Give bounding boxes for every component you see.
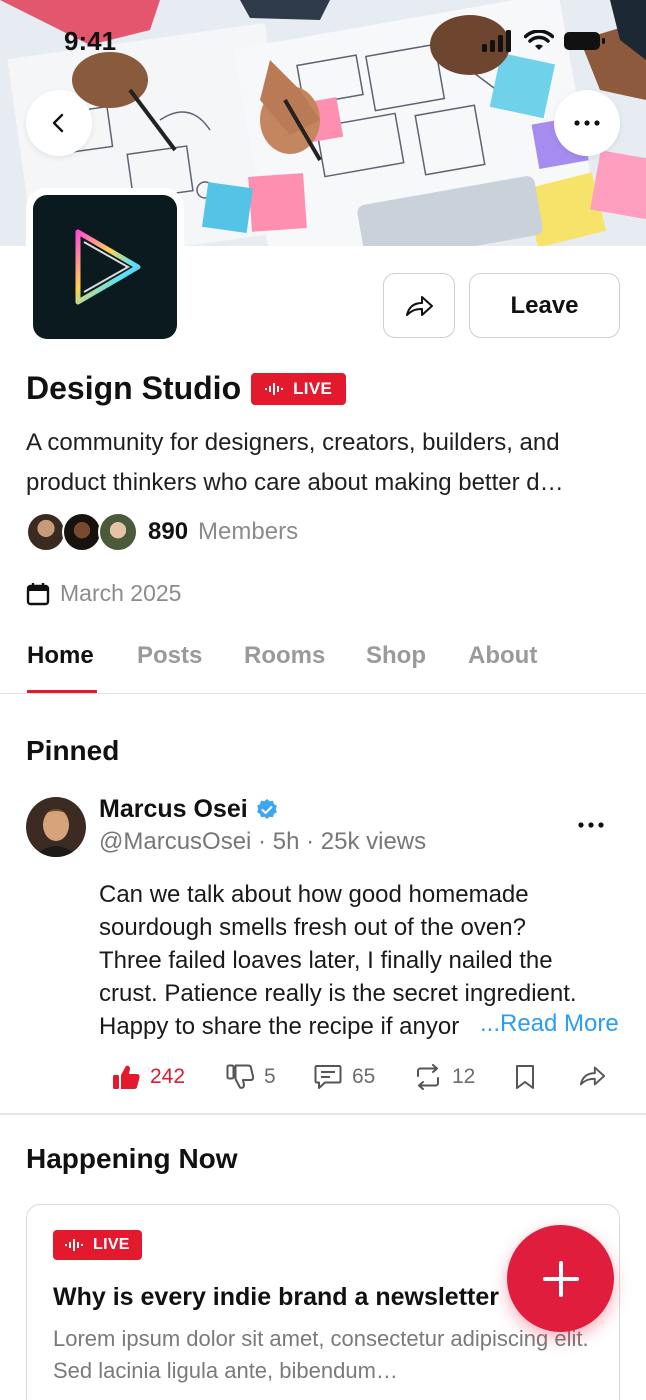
author-name-row[interactable]: Marcus Osei — [99, 795, 278, 824]
thumbs-down-icon — [226, 1064, 254, 1089]
calendar-icon — [26, 582, 50, 605]
thumbs-up-icon — [113, 1065, 140, 1089]
created-date-row: March 2025 — [26, 580, 181, 607]
more-horizontal-icon — [574, 120, 600, 126]
live-badge-label: LIVE — [293, 378, 333, 398]
battery-icon — [564, 32, 605, 50]
live-badge: LIVE — [251, 372, 347, 405]
bookmark-button[interactable] — [514, 1064, 536, 1090]
back-button[interactable] — [26, 90, 92, 156]
like-button[interactable]: 242 — [112, 1064, 185, 1090]
created-date: March 2025 — [60, 580, 182, 606]
audio-wave-icon — [265, 382, 284, 395]
share-button[interactable] — [383, 273, 455, 338]
status-time: 9:41 — [64, 26, 117, 56]
comment-count: 65 — [352, 1065, 376, 1088]
members-row[interactable]: 890 Members — [26, 511, 298, 553]
dislike-button[interactable]: 5 — [226, 1064, 276, 1090]
tab-rooms[interactable]: Rooms — [244, 642, 325, 670]
tab-shop[interactable]: Shop — [366, 642, 426, 670]
plus-icon — [542, 1260, 579, 1297]
post-actions: 242 5 65 12 — [0, 1060, 646, 1100]
community-description: A community for designers, creators, bui… — [26, 429, 564, 496]
member-avatar — [62, 512, 102, 552]
bookmark-icon — [516, 1065, 534, 1089]
repost-icon — [417, 1064, 439, 1090]
room-description: Lorem ipsum dolor sit amet, consectetur … — [53, 1326, 589, 1383]
tab-posts[interactable]: Posts — [137, 642, 202, 670]
read-more-link[interactable]: ...Read More — [478, 1010, 619, 1038]
tab-home[interactable]: Home — [27, 642, 94, 670]
happening-section-title: Happening Now — [26, 1143, 238, 1174]
tab-about[interactable]: About — [468, 642, 537, 670]
status-icons — [482, 30, 606, 52]
member-label: Members — [198, 518, 299, 545]
dislike-count: 5 — [264, 1065, 276, 1088]
wifi-icon — [524, 30, 554, 50]
post-line: Can we talk about how good homemade — [99, 881, 529, 908]
share-icon — [406, 295, 433, 316]
verified-badge-icon — [256, 798, 277, 819]
post-meta: @MarcusOsei · 5h · 25k views — [99, 828, 427, 855]
author-avatar[interactable] — [26, 797, 86, 857]
tab-bar: Home Posts Rooms Shop About — [0, 632, 646, 694]
post-line: sourdough smells fresh out of the oven? — [99, 914, 526, 941]
section-divider — [0, 1113, 646, 1115]
share-icon — [579, 1066, 606, 1086]
live-badge-label: LIVE — [93, 1236, 130, 1253]
community-avatar — [26, 188, 184, 346]
leave-button[interactable]: Leave — [469, 273, 620, 338]
member-avatar — [26, 512, 66, 552]
repost-count: 12 — [452, 1065, 476, 1088]
audio-wave-icon — [65, 1239, 83, 1251]
member-count: 890 — [148, 518, 189, 545]
author-name: Marcus Osei — [99, 795, 248, 823]
post-share-button[interactable] — [578, 1064, 606, 1088]
create-button[interactable] — [507, 1225, 614, 1332]
more-horizontal-icon — [578, 822, 604, 828]
signal-icon — [482, 30, 511, 52]
member-avatar — [98, 512, 138, 552]
like-count: 242 — [150, 1065, 186, 1088]
chevron-left-icon — [52, 113, 64, 133]
pinned-section-title: Pinned — [26, 735, 120, 766]
comment-icon — [314, 1065, 342, 1089]
post-line: Three failed loaves later, I finally nai… — [99, 947, 553, 974]
community-header: Design Studio LIVE — [26, 370, 347, 407]
repost-button[interactable]: 12 — [414, 1064, 475, 1090]
post-line: crust. Patience really is the secret ing… — [99, 980, 577, 1007]
status-bar: 9:41 — [0, 0, 646, 90]
more-options-button[interactable] — [554, 90, 620, 156]
community-name: Design Studio — [26, 370, 242, 406]
play-logo-icon — [75, 229, 141, 305]
live-badge: LIVE — [53, 1230, 142, 1260]
post-more-button[interactable] — [574, 810, 608, 840]
comment-button[interactable]: 65 — [314, 1064, 375, 1090]
active-tab-indicator — [27, 690, 97, 693]
room-title: Why is every indie brand a newsletter — [53, 1283, 499, 1311]
